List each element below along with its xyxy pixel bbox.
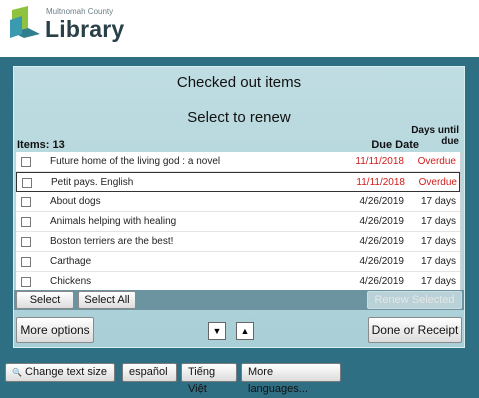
item-days: 17 days (420, 236, 456, 247)
scrollbar[interactable] (460, 152, 462, 290)
checkbox[interactable] (21, 157, 31, 167)
tieng-viet-button[interactable]: Tiếng Việt (181, 363, 237, 395)
items-count: Items: 13 (17, 139, 65, 151)
item-days: Overdue (417, 156, 456, 167)
arrow-down-icon: ▼ (212, 326, 222, 336)
book-logo-icon (10, 6, 40, 38)
select-button[interactable]: Select (16, 291, 74, 309)
item-due-date: 4/26/2019 (359, 196, 405, 207)
checkbox[interactable] (21, 277, 31, 287)
item-days: 17 days (420, 216, 456, 227)
item-title: Carthage (50, 256, 92, 267)
checked-out-panel: Checked out items Select to renew Items:… (13, 66, 465, 348)
text-size-icon: 🔍 (12, 368, 22, 377)
item-days: Overdue (418, 177, 457, 188)
item-days: 17 days (420, 276, 456, 287)
item-due-date: 4/26/2019 (359, 216, 405, 227)
list-item[interactable]: Carthage 4/26/2019 17 days (16, 252, 460, 272)
item-title: Animals helping with healing (50, 216, 177, 227)
selection-toolbar: Select Select All Renew Selected (14, 290, 464, 310)
select-all-button[interactable]: Select All (78, 291, 136, 309)
done-or-receipt-button[interactable]: Done or Receipt (368, 317, 462, 343)
item-days: 17 days (420, 256, 456, 267)
checkbox[interactable] (21, 257, 31, 267)
item-title: Chickens (50, 276, 92, 287)
list-item[interactable]: Boston terriers are the best! 4/26/2019 … (16, 232, 460, 252)
item-title: Boston terriers are the best! (50, 236, 174, 247)
checkbox[interactable] (21, 237, 31, 247)
item-days: 17 days (420, 196, 456, 207)
change-text-size-button[interactable]: 🔍 Change text size (5, 363, 115, 382)
items-list[interactable]: Future home of the living god : a novel … (16, 152, 462, 290)
item-due-date: 11/11/2018 (355, 156, 404, 167)
scroll-down-button[interactable]: ▼ (208, 322, 226, 340)
footer-bar: 🔍 Change text size español Tiếng Việt Mo… (0, 360, 479, 395)
header: Multnomah County Library (0, 0, 479, 57)
logo-name: Library (45, 16, 125, 42)
item-due-date: 4/26/2019 (359, 256, 405, 267)
col-header-days-until-due: Days until due (411, 125, 459, 147)
library-logo: Multnomah County Library (8, 4, 138, 50)
panel-title: Checked out items (176, 74, 302, 91)
more-languages-button[interactable]: More languages... (241, 363, 341, 395)
list-item[interactable]: Chickens 4/26/2019 17 days (16, 272, 460, 290)
list-item[interactable]: About dogs 4/26/2019 17 days (16, 192, 460, 212)
arrow-up-icon: ▲ (240, 326, 250, 336)
more-options-button[interactable]: More options (16, 317, 94, 343)
list-item[interactable]: Petit pays. English 11/11/2018 Overdue (16, 172, 460, 192)
scroll-up-button[interactable]: ▲ (236, 322, 254, 340)
item-due-date: 4/26/2019 (359, 236, 405, 247)
item-title: Future home of the living god : a novel (50, 156, 221, 167)
item-due-date: 11/11/2018 (356, 177, 405, 188)
checkbox[interactable] (22, 178, 32, 188)
change-text-size-label: Change text size (25, 366, 107, 378)
item-due-date: 4/26/2019 (359, 276, 405, 287)
list-item[interactable]: Animals helping with healing 4/26/2019 1… (16, 212, 460, 232)
checkbox[interactable] (21, 197, 31, 207)
panel-subtitle: Select to renew (187, 109, 291, 126)
item-title: Petit pays. English (51, 177, 134, 188)
checkbox[interactable] (21, 217, 31, 227)
list-item[interactable]: Future home of the living god : a novel … (16, 152, 460, 172)
renew-selected-button[interactable]: Renew Selected (367, 291, 462, 309)
item-title: About dogs (50, 196, 101, 207)
espanol-button[interactable]: español (122, 363, 177, 382)
logo-county: Multnomah County (46, 7, 114, 16)
